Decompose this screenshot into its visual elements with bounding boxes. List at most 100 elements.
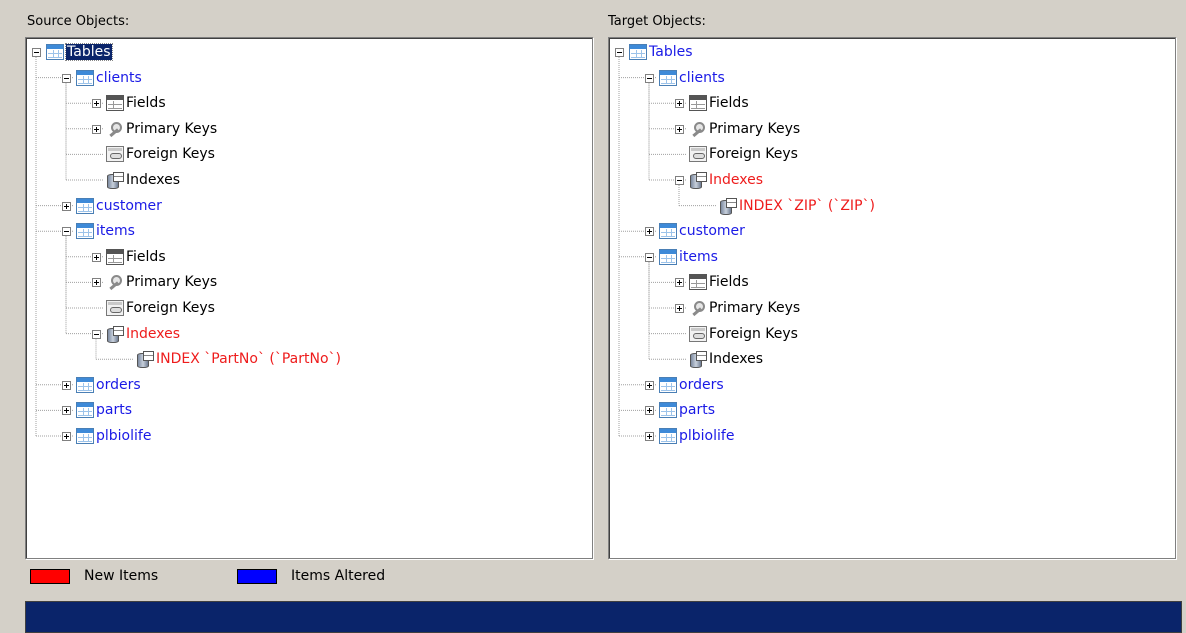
tree-node-label: Foreign Keys [126,300,215,316]
tree-node[interactable]: parts [76,399,132,421]
table-icon [76,428,94,444]
tree-node[interactable]: customer [659,220,745,242]
tree-node-label: orders [96,376,141,393]
fields-icon [106,95,124,112]
tree-node-label: clients [679,69,725,86]
tree-node[interactable]: Primary Keys [689,118,800,140]
expand-plus-icon[interactable] [62,406,71,416]
tree-node[interactable]: customer [76,195,162,217]
expand-plus-icon[interactable] [675,99,684,109]
foreign-keys-icon [689,146,707,163]
tree-node[interactable]: orders [659,374,724,396]
expand-plus-icon[interactable] [92,99,101,109]
tree-node[interactable]: orders [76,374,141,396]
key-icon [106,274,124,290]
table-icon [76,69,94,86]
expand-plus-icon[interactable] [62,201,71,211]
tree-node[interactable]: items [76,220,135,242]
tree-node-label: Primary Keys [709,120,801,137]
tree-node[interactable]: Fields [106,92,166,114]
expand-plus-icon[interactable] [62,380,71,390]
collapse-minus-icon[interactable] [675,176,684,185]
table-icon [76,376,94,393]
tree-node-label: orders [679,376,724,393]
tree-node[interactable]: parts [659,399,715,421]
table-icon [46,44,64,60]
tree-node[interactable]: Tables [46,41,113,63]
expand-plus-icon[interactable] [92,278,101,288]
tree-node[interactable]: Fields [106,246,166,268]
tree-node[interactable]: plbiolife [76,425,151,447]
tree-node-label: customer [679,223,745,240]
table-icon [76,402,94,419]
tree-node[interactable]: Indexes [689,348,763,370]
tree-node[interactable]: Tables [629,41,693,63]
table-icon [629,44,647,60]
tree-node-label: Primary Keys [709,300,801,316]
tree-node[interactable]: clients [76,67,142,89]
tree-node-label: Primary Keys [126,274,218,291]
tree-node-label: INDEX `PartNo` (`PartNo`) [156,351,341,368]
key-icon [689,300,707,316]
tree-node[interactable]: INDEX `ZIP` (`ZIP`) [719,195,875,217]
tree-node[interactable]: Fields [689,271,749,293]
target-objects-tree[interactable]: Tables clients Fields Primary Keys Foreign K… [608,37,1176,559]
tree-node-label: Foreign Keys [709,146,798,163]
tree-node[interactable]: Primary Keys [106,271,217,293]
table-icon [659,248,677,265]
expand-plus-icon[interactable] [675,278,684,288]
tree-node[interactable]: INDEX `PartNo` (`PartNo`) [136,348,341,370]
expand-plus-icon[interactable] [645,380,654,390]
source-objects-tree[interactable]: Tables clients Fields Primary Keys Foreign K… [25,37,593,559]
legend-items-altered: Items Altered [237,568,385,584]
table-icon [76,223,94,240]
key-icon [106,121,124,137]
expand-plus-icon[interactable] [645,432,654,441]
collapse-minus-icon[interactable] [645,73,654,83]
tree-node[interactable]: Fields [689,92,749,114]
tree-node[interactable]: Indexes [106,323,180,345]
tree-node-label: Fields [126,95,166,112]
tree-node-label: Indexes [126,325,181,342]
index-icon [106,172,124,189]
expand-plus-icon[interactable] [92,252,101,262]
tree-node[interactable]: Foreign Keys [106,297,215,319]
tree-node[interactable]: Indexes [106,169,180,191]
tree-node[interactable]: Primary Keys [106,118,217,140]
expand-plus-icon[interactable] [92,124,101,134]
expand-plus-icon[interactable] [675,304,684,313]
table-icon [659,376,677,393]
collapse-minus-icon[interactable] [32,48,41,57]
tree-node[interactable]: plbiolife [659,425,734,447]
expand-plus-icon[interactable] [675,124,684,134]
new-items-swatch [30,568,70,584]
collapse-minus-icon[interactable] [92,329,101,339]
tree-node[interactable]: Primary Keys [689,297,800,319]
tree-node-label: plbiolife [679,428,735,444]
fields-icon [689,274,707,291]
tree-node-label: items [679,248,718,265]
key-icon [689,121,707,137]
tree-node[interactable]: Foreign Keys [689,143,798,165]
tree-node[interactable]: items [659,246,718,268]
expand-plus-icon[interactable] [645,227,654,237]
tree-node[interactable]: Foreign Keys [106,143,215,165]
tree-node[interactable]: Foreign Keys [689,323,798,345]
collapse-minus-icon[interactable] [62,73,71,83]
collapse-minus-icon[interactable] [615,48,624,57]
tree-node-label: Primary Keys [126,120,218,137]
tree-node-label: Indexes [709,172,764,188]
expand-plus-icon[interactable] [645,406,654,416]
tree-node-label: Fields [709,274,749,291]
tree-node-label: Indexes [126,172,181,188]
expand-plus-icon[interactable] [62,432,71,441]
tree-node[interactable]: clients [659,67,725,89]
tree-node-label: Tables [649,44,693,60]
collapse-minus-icon[interactable] [645,252,654,262]
collapse-minus-icon[interactable] [62,227,71,237]
source-objects-label: Source Objects: [27,14,130,29]
tree-node[interactable]: Indexes [689,169,763,191]
index-icon [689,172,707,189]
tree-node-label: Fields [126,248,166,265]
tree-node-label: INDEX `ZIP` (`ZIP`) [739,197,875,214]
